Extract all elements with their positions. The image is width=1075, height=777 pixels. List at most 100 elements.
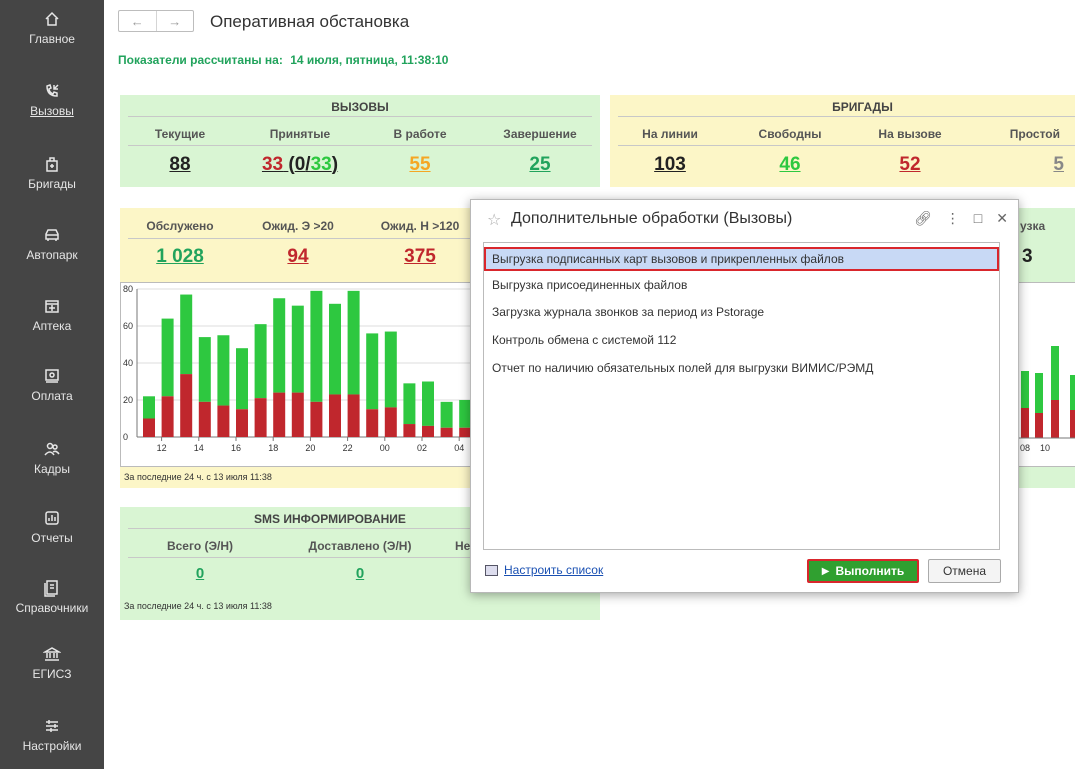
sidebar-item-label: Аптека [32,319,72,333]
phone-call-icon [0,82,104,104]
y-tick-label: 60 [123,321,133,331]
calls-title: ВЫЗОВЫ [331,100,389,114]
bar-green [384,331,397,408]
calculation-timestamp: Показатели рассчитаны на: 14 июля, пятни… [118,53,448,67]
sidebar-item-staff[interactable]: Кадры [0,440,104,500]
wait-urgent-value[interactable]: 375 [360,246,480,268]
more-menu-icon[interactable]: ⋮ [946,210,960,227]
sidebar-item-pharmacy[interactable]: Аптека [0,297,104,357]
completing-calls-value[interactable]: 25 [480,154,600,176]
sidebar-item-references[interactable]: Справочники [0,579,104,639]
idle-value[interactable]: 5 [970,154,1064,176]
bar-red [310,401,323,437]
forward-button[interactable]: → [157,11,194,31]
served-value[interactable]: 1 028 [120,246,240,268]
bar-green [143,396,155,419]
page-title: Оперативная обстановка [210,12,410,31]
list-item[interactable]: Отчет по наличию обязательных полей для … [484,356,999,380]
list-item[interactable]: Выгрузка подписанных карт вызовов и прик… [484,247,999,271]
bar-green [1051,346,1059,400]
configure-list-link[interactable]: Настроить список [485,563,603,577]
sidebar-item-label: Кадры [34,462,70,476]
calc-label: Показатели рассчитаны на: [118,53,283,67]
col-on-line: На линии [642,127,698,141]
bar-green [291,305,304,393]
wait-emergency-value[interactable]: 94 [238,246,358,268]
sidebar-item-main[interactable]: Главное [0,10,104,70]
settings-icon [0,717,104,739]
right-partial-chart: 08 10 [1018,282,1075,467]
sidebar-item-reports[interactable]: Отчеты [0,509,104,569]
bar-green [440,401,453,428]
link-icon[interactable]: 🔗︎ [914,210,932,227]
x-tick-label: 10 [1040,443,1050,453]
x-tick-label: 18 [268,443,278,453]
on-call-value[interactable]: 52 [850,154,970,176]
dialog-title: Дополнительные обработки (Вызовы) [511,210,793,227]
col-wait-emergency: Ожид. Э >20 [262,219,334,233]
sidebar-item-egisz[interactable]: ЕГИСЗ [0,645,104,705]
navigation-buttons: ← → [118,10,194,32]
sidebar-item-payment[interactable]: Оплата [0,367,104,427]
list-item[interactable]: Загрузка журнала звонков за период из Ps… [484,300,999,324]
bar-red [347,394,360,437]
divider [618,145,1075,146]
divider [128,145,592,146]
sidebar-item-label: Бригады [28,177,76,191]
run-button[interactable]: ▶ Выполнить [807,559,919,583]
x-tick-label: 14 [194,443,204,453]
bar-red [143,418,155,437]
col-free: Свободны [758,127,822,141]
accepted-calls-value[interactable]: 33 (0/33) [240,154,360,176]
in-work-calls-value[interactable]: 55 [360,154,480,176]
sidebar-item-fleet[interactable]: Автопарк [0,226,104,286]
sms-delivered-value[interactable]: 0 [300,565,420,582]
accepted-close-paren: ) [331,154,339,175]
sms-footnote: За последние 24 ч. с 13 июля 11:38 [124,601,272,611]
sms-total-value[interactable]: 0 [140,565,260,582]
maximize-icon[interactable]: □ [974,210,982,227]
y-tick-label: 40 [123,358,133,368]
additional-processing-dialog: ☆ Дополнительные обработки (Вызовы) 🔗︎ ⋮… [470,199,1019,593]
current-calls-value[interactable]: 88 [120,154,240,176]
bar-green [198,337,211,402]
on-line-value[interactable]: 103 [610,154,730,176]
bar-red [403,424,416,437]
sidebar-item-label: Настройки [22,739,82,753]
list-item[interactable]: Контроль обмена с системой 112 [484,328,999,352]
x-tick-label: 04 [454,443,464,453]
configure-list-icon [485,564,498,576]
home-icon [0,10,104,32]
partial-value[interactable]: 3 [1022,246,1033,268]
sidebar-item-brigades[interactable]: Бригады [0,155,104,215]
bar-green [403,383,416,425]
list-item[interactable]: Выгрузка присоединенных файлов [484,273,999,297]
sidebar-item-calls[interactable]: Вызовы [0,82,104,142]
cancel-button[interactable]: Отмена [928,559,1001,583]
brigades-title: БРИГАДЫ [832,100,893,114]
bar-red [1070,410,1075,438]
bar-red [440,427,453,437]
accepted-emergency: 0 [294,154,306,175]
sidebar-item-label: Вызовы [30,104,74,118]
y-tick-label: 80 [123,284,133,294]
col-wait-urgent: Ожид. Н >120 [380,219,460,233]
free-value[interactable]: 46 [730,154,850,176]
sidebar-item-settings[interactable]: Настройки [0,717,104,777]
bar-green [217,335,230,406]
x-tick-label: 02 [417,443,427,453]
divider [128,116,592,117]
col-served: Обслужено [146,219,214,233]
bar-red [198,401,211,437]
x-tick-label: 22 [343,443,353,453]
team-icon [0,155,104,177]
favorite-star-icon[interactable]: ☆ [487,210,501,230]
sidebar-item-label: Справочники [15,601,89,615]
play-icon: ▶ [821,565,830,577]
back-button[interactable]: ← [119,11,157,31]
bar-green [1070,375,1075,410]
col-current: Текущие [154,127,206,141]
calls-chart: 0 20 40 60 80 12 14 16 18 20 22 00 02 04 [120,282,472,467]
close-icon[interactable]: ✕ [996,210,1008,227]
right-partial-chart-svg: 08 10 [1018,346,1075,453]
